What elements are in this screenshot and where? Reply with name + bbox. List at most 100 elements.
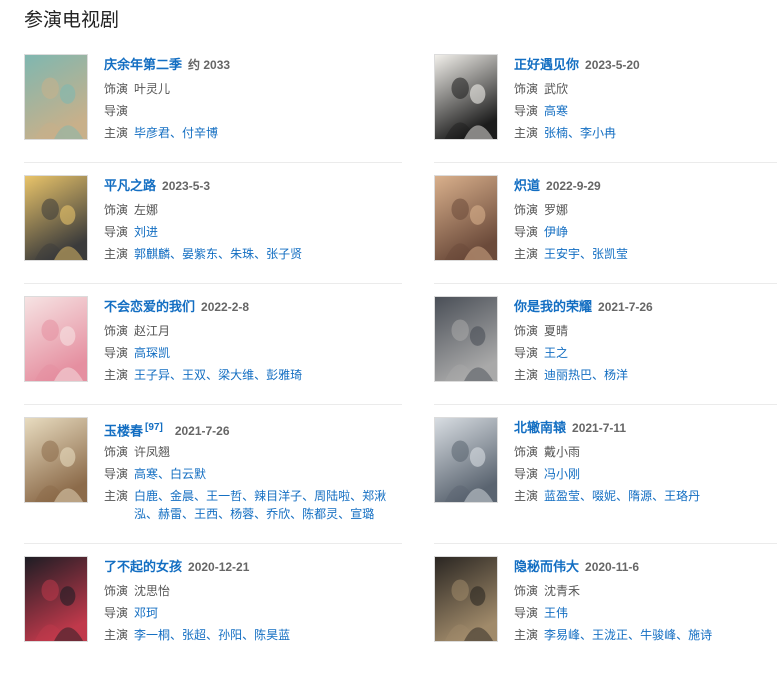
role-name: 武欣: [544, 82, 569, 96]
drama-title-link[interactable]: 隐秘而伟大: [514, 559, 579, 574]
person-link[interactable]: 王泷正: [592, 628, 628, 642]
drama-card: 正好遇见你 2023-5-20 饰演 武欣 导演 高寒 主演 张楠、李小冉: [434, 54, 776, 184]
person-link[interactable]: 张子贤: [266, 247, 302, 261]
name-separator: 、: [242, 628, 255, 642]
drama-title-link[interactable]: 玉楼春: [104, 423, 143, 438]
poster-image[interactable]: [434, 175, 498, 261]
poster-image[interactable]: [24, 556, 88, 642]
person-link[interactable]: 梁大维: [218, 368, 254, 382]
person-link[interactable]: 白云默: [170, 467, 206, 481]
drama-card: 炽道 2022-9-29 饰演 罗娜 导演 伊峥 主演 王安宇、张凯莹: [434, 175, 776, 305]
person-link[interactable]: 啜妮: [592, 489, 616, 503]
person-link[interactable]: 李一桐: [134, 628, 170, 642]
person-link[interactable]: 迪丽热巴: [544, 368, 592, 382]
release-date: 约 2033: [188, 58, 231, 72]
role-label: 饰演: [104, 203, 129, 217]
person-link[interactable]: 邓珂: [134, 606, 158, 620]
cast-row: 主演 李一桐、张超、孙阳、陈昊蓝: [104, 626, 404, 644]
name-separator: 、: [218, 247, 231, 261]
cast-names: 蓝盈莹、啜妮、隋源、王珞丹: [544, 487, 777, 505]
poster-image[interactable]: [24, 54, 88, 140]
cast-row: 主演 蓝盈莹、啜妮、隋源、王珞丹: [514, 487, 777, 505]
release-date: 2020-11-6: [585, 560, 640, 574]
person-link[interactable]: 王安宇: [544, 247, 580, 261]
drama-card: 隐秘而伟大 2020-11-6 饰演 沈青禾 导演 王伟 主演 李易峰、王泷正、牛骏峰、施诗: [434, 556, 776, 686]
person-link[interactable]: 杨洋: [604, 368, 628, 382]
person-link[interactable]: 高寒: [544, 104, 568, 118]
person-link[interactable]: 乔欣: [266, 507, 290, 521]
reference-badge[interactable]: [97]: [145, 422, 163, 433]
person-link[interactable]: 王子异: [134, 368, 170, 382]
person-link[interactable]: 周陆啦: [314, 489, 350, 503]
person-link[interactable]: 王双: [182, 368, 206, 382]
drama-title-link[interactable]: 庆余年第二季: [104, 57, 182, 72]
drama-title-link[interactable]: 平凡之路: [104, 178, 156, 193]
person-link[interactable]: 白鹿: [134, 489, 158, 503]
director-label: 导演: [104, 467, 129, 481]
person-link[interactable]: 朱珠: [230, 247, 254, 261]
drama-title-link[interactable]: 不会恋爱的我们: [104, 299, 195, 314]
cast-names: 毕彦君、付辛博: [134, 124, 394, 142]
poster-image[interactable]: [24, 417, 88, 503]
person-link[interactable]: 张楠: [544, 126, 568, 140]
person-link[interactable]: 刘进: [134, 225, 158, 239]
drama-title-link[interactable]: 你是我的荣耀: [514, 299, 592, 314]
poster-image[interactable]: [24, 175, 88, 261]
person-link[interactable]: 冯小刚: [544, 467, 580, 481]
person-link[interactable]: 王伟: [544, 606, 568, 620]
cast-row: 主演 王子异、王双、梁大维、彭雅琦: [104, 366, 404, 384]
drama-title-link[interactable]: 了不起的女孩: [104, 559, 182, 574]
person-link[interactable]: 宣璐: [350, 507, 374, 521]
poster-image[interactable]: [434, 556, 498, 642]
role-row: 饰演 罗娜: [514, 201, 777, 219]
release-date: 2021-7-26: [174, 424, 230, 439]
person-link[interactable]: 赫雷: [158, 507, 182, 521]
poster-image[interactable]: [24, 296, 88, 382]
person-link[interactable]: 王珞丹: [664, 489, 700, 503]
person-link[interactable]: 晏紫东: [182, 247, 218, 261]
person-link[interactable]: 王一哲: [206, 489, 242, 503]
person-link[interactable]: 彭雅琦: [266, 368, 302, 382]
cast-names: 白鹿、金晨、王一哲、辣目洋子、周陆啦、郑湫泓、赫雷、王西、杨蓉、乔欣、陈都灵、宣…: [134, 487, 394, 523]
person-link[interactable]: 郭麒麟: [134, 247, 170, 261]
person-link[interactable]: 张超: [182, 628, 206, 642]
poster-image[interactable]: [434, 417, 498, 503]
title-line: 隐秘而伟大 2020-11-6: [514, 556, 777, 578]
drama-title-link[interactable]: 北辙南辕: [514, 420, 566, 435]
person-link[interactable]: 辣目洋子: [254, 489, 302, 503]
poster-image[interactable]: [434, 54, 498, 140]
person-link[interactable]: 施诗: [688, 628, 712, 642]
drama-title-link[interactable]: 正好遇见你: [514, 57, 579, 72]
name-separator: 、: [206, 368, 219, 382]
person-link[interactable]: 杨蓉: [230, 507, 254, 521]
director-label: 导演: [514, 104, 539, 118]
person-link[interactable]: 高寒: [134, 467, 158, 481]
section-title: 参演电视剧: [24, 10, 120, 31]
person-link[interactable]: 付辛博: [182, 126, 218, 140]
person-link[interactable]: 李小冉: [580, 126, 616, 140]
cast-row: 主演 迪丽热巴、杨洋: [514, 366, 777, 384]
person-link[interactable]: 蓝盈莹: [544, 489, 580, 503]
person-link[interactable]: 牛骏峰: [640, 628, 676, 642]
director-row: 导演 邓珂: [104, 604, 404, 622]
drama-title-link[interactable]: 炽道: [514, 178, 540, 193]
person-link[interactable]: 李易峰: [544, 628, 580, 642]
person-link[interactable]: 孙阳: [218, 628, 242, 642]
person-link[interactable]: 金晨: [170, 489, 194, 503]
poster-image[interactable]: [434, 296, 498, 382]
person-link[interactable]: 毕彦君: [134, 126, 170, 140]
person-link[interactable]: 隋源: [628, 489, 652, 503]
name-separator: 、: [194, 489, 207, 503]
person-link[interactable]: 陈昊蓝: [254, 628, 290, 642]
person-link[interactable]: 张凯莹: [592, 247, 628, 261]
cast-label: 主演: [104, 628, 129, 642]
drama-info: 北辙南辕 2021-7-11 饰演 戴小雨 导演 冯小刚 主演 蓝盈莹、啜妮、隋源、王珞丹: [514, 417, 777, 505]
person-link[interactable]: 王之: [544, 346, 568, 360]
person-link[interactable]: 高琛凯: [134, 346, 170, 360]
person-link[interactable]: 伊峥: [544, 225, 568, 239]
name-separator: 、: [676, 628, 689, 642]
person-link[interactable]: 陈都灵: [302, 507, 338, 521]
name-separator: 、: [338, 507, 351, 521]
person-link[interactable]: 王西: [194, 507, 218, 521]
director-names: 高寒、白云默: [134, 465, 206, 483]
